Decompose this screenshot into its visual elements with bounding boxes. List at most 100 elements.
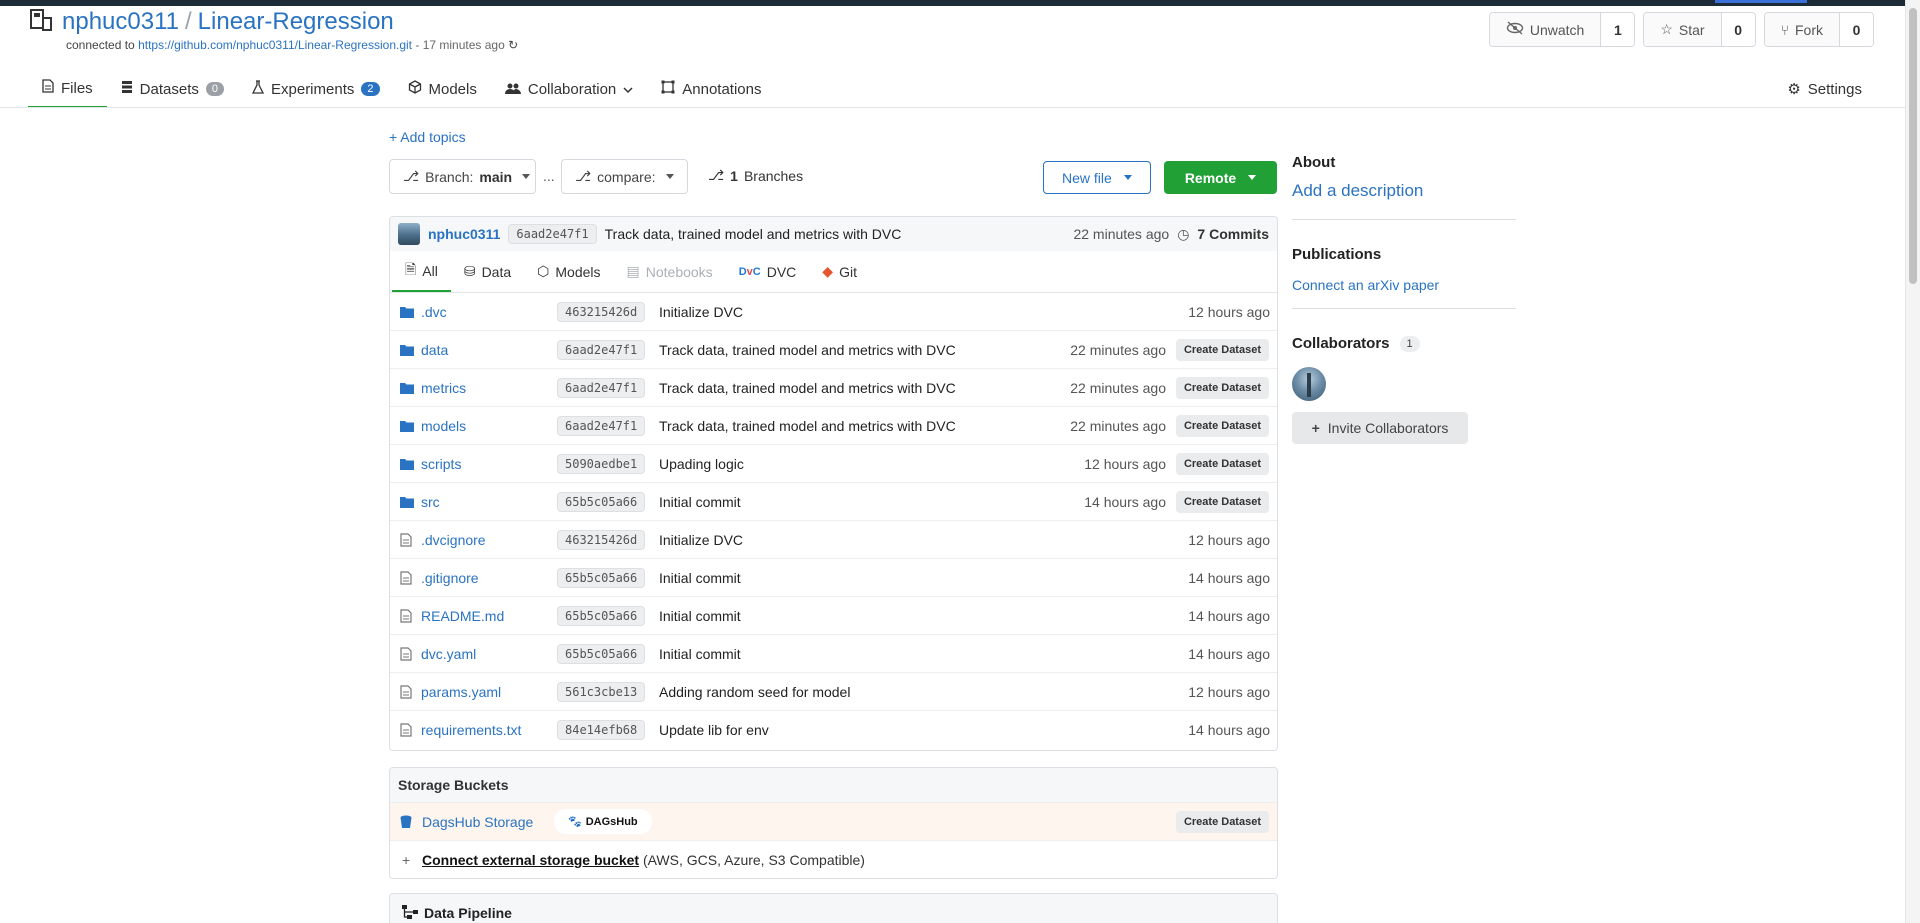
commits-link[interactable]: 7 Commits	[1197, 226, 1269, 242]
file-row[interactable]: params.yaml 561c3cbe13 Adding random seed …	[390, 673, 1277, 711]
file-commit-sha[interactable]: 65b5c05a66	[557, 643, 646, 664]
create-dataset-button[interactable]: Create Dataset	[1175, 376, 1269, 399]
file-name-link[interactable]: data	[421, 342, 448, 358]
file-commit-message[interactable]: Initial commit	[659, 494, 741, 510]
filter-tab-all[interactable]: 🗎 All	[392, 251, 451, 292]
file-commit-message[interactable]: Initial commit	[659, 608, 741, 624]
file-name-link[interactable]: params.yaml	[421, 684, 501, 700]
create-dataset-button[interactable]: Create Dataset	[1175, 338, 1269, 361]
file-commit-sha[interactable]: 65b5c05a66	[557, 567, 646, 588]
file-commit-sha[interactable]: 5090aedbe1	[557, 453, 646, 474]
commit-author-link[interactable]: nphuc0311	[428, 226, 500, 242]
add-description-link[interactable]: Add a description	[1292, 181, 1516, 219]
commit-sha[interactable]: 6aad2e47f1	[508, 224, 597, 244]
unwatch-button[interactable]: Unwatch 1	[1488, 12, 1636, 47]
scrollbar-thumb[interactable]	[1909, 8, 1917, 284]
storage-bucket-row[interactable]: DagsHub Storage 🐾 DAGsHub Create Dataset	[390, 803, 1277, 841]
create-dataset-button[interactable]: Create Dataset	[1175, 810, 1269, 833]
page-scrollbar[interactable]	[1905, 0, 1920, 923]
file-row[interactable]: dvc.yaml 65b5c05a66 Initial commit 14 hours…	[390, 635, 1277, 673]
fork-count[interactable]: 0	[1839, 13, 1873, 46]
about-section: About Add a description	[1292, 154, 1516, 220]
create-dataset-button[interactable]: Create Dataset	[1175, 452, 1269, 475]
file-name-link[interactable]: requirements.txt	[421, 722, 521, 738]
create-dataset-button[interactable]: Create Dataset	[1175, 414, 1269, 437]
file-row[interactable]: src 65b5c05a66 Initial commit 14 hours ago C…	[390, 483, 1277, 521]
file-commit-sha[interactable]: 6aad2e47f1	[557, 377, 646, 398]
commit-message[interactable]: Track data, trained model and metrics wi…	[605, 226, 902, 242]
file-row[interactable]: README.md 65b5c05a66 Initial commit 14 hour…	[390, 597, 1277, 635]
title-separator: /	[185, 8, 192, 35]
filter-tab-dvc[interactable]: DvC DVC	[726, 251, 810, 292]
folder-icon	[400, 457, 414, 470]
file-name-link[interactable]: scripts	[421, 456, 461, 472]
file-commit-message[interactable]: Adding random seed for model	[659, 684, 850, 700]
connect-arxiv-link[interactable]: Connect an arXiv paper	[1292, 277, 1516, 308]
file-row[interactable]: scripts 5090aedbe1 Upading logic 12 hours a…	[390, 445, 1277, 483]
file-commit-sha[interactable]: 65b5c05a66	[557, 605, 646, 626]
branch-select[interactable]: ⎇ Branch: main	[389, 159, 536, 194]
repo-owner-link[interactable]: nphuc0311	[62, 8, 179, 35]
fork-button[interactable]: ⑂ Fork 0	[1763, 12, 1874, 47]
file-commit-sha[interactable]: 6aad2e47f1	[557, 415, 646, 436]
create-dataset-button[interactable]: Create Dataset	[1175, 490, 1269, 513]
collaborator-avatar[interactable]	[1292, 367, 1326, 401]
refresh-icon[interactable]: ↻	[508, 38, 518, 52]
file-name-link[interactable]: .gitignore	[421, 570, 479, 586]
file-commit-message[interactable]: Track data, trained model and metrics wi…	[659, 380, 956, 396]
file-commit-message[interactable]: Initialize DVC	[659, 532, 743, 548]
file-commit-sha[interactable]: 463215426d	[557, 301, 646, 322]
branches-link[interactable]: ⎇ 1 Branches	[708, 167, 803, 184]
file-commit-message[interactable]: Track data, trained model and metrics wi…	[659, 342, 956, 358]
tab-collaboration[interactable]: Collaboration	[491, 70, 647, 108]
invite-collaborators-button[interactable]: + Invite Collaborators	[1292, 412, 1468, 444]
tab-settings[interactable]: ⚙ Settings	[1787, 70, 1862, 108]
file-name-link[interactable]: .dvc	[421, 304, 447, 320]
file-row[interactable]: requirements.txt 84e14efb68 Update lib for…	[390, 711, 1277, 749]
file-commit-message[interactable]: Initial commit	[659, 570, 741, 586]
file-commit-sha[interactable]: 561c3cbe13	[557, 681, 646, 702]
file-commit-sha[interactable]: 463215426d	[557, 529, 646, 550]
file-name-link[interactable]: .dvcignore	[421, 532, 486, 548]
file-name-link[interactable]: README.md	[421, 608, 504, 624]
star-count[interactable]: 0	[1720, 13, 1755, 46]
filter-tab-data[interactable]: ⛁ Data	[451, 251, 524, 292]
file-commit-sha[interactable]: 6aad2e47f1	[557, 339, 646, 360]
tab-datasets[interactable]: Datasets 0	[107, 70, 238, 108]
file-row[interactable]: data 6aad2e47f1 Track data, trained model …	[390, 331, 1277, 369]
filter-tab-models[interactable]: ⬡ Models	[524, 251, 613, 292]
file-name-link[interactable]: dvc.yaml	[421, 646, 476, 662]
file-commit-message[interactable]: Track data, trained model and metrics wi…	[659, 418, 956, 434]
tab-experiments[interactable]: Experiments 2	[238, 70, 394, 108]
tab-annotations[interactable]: Annotations	[647, 70, 775, 108]
avatar[interactable]	[398, 223, 420, 245]
file-row[interactable]: .gitignore 65b5c05a66 Initial commit 14 hou…	[390, 559, 1277, 597]
new-file-button[interactable]: New file	[1043, 161, 1151, 194]
remote-button[interactable]: Remote	[1164, 161, 1277, 194]
connect-bucket-link[interactable]: Connect external storage bucket	[422, 852, 639, 868]
star-button[interactable]: ☆ Star 0	[1643, 12, 1756, 47]
tab-files[interactable]: Files	[28, 70, 107, 108]
file-row[interactable]: .dvcignore 463215426d Initialize DVC 12 hou…	[390, 521, 1277, 559]
add-topics-link[interactable]: + Add topics	[389, 129, 466, 145]
file-commit-message[interactable]: Upading logic	[659, 456, 744, 472]
connected-url-link[interactable]: https://github.com/nphuc0311/Linear-Regr…	[138, 38, 412, 52]
file-commit-sha[interactable]: 84e14efb68	[557, 720, 646, 740]
filter-tab-notebooks[interactable]: ▤ Notebooks	[614, 251, 726, 292]
file-row[interactable]: .dvc 463215426d Initialize DVC 12 hours ago	[390, 293, 1277, 331]
tab-models[interactable]: Models	[394, 70, 491, 108]
bucket-name-link[interactable]: DagsHub Storage	[422, 814, 533, 830]
file-commit-message[interactable]: Update lib for env	[659, 722, 769, 738]
compare-select[interactable]: ⎇ compare:	[561, 159, 688, 194]
file-commit-message[interactable]: Initial commit	[659, 646, 741, 662]
file-commit-sha[interactable]: 65b5c05a66	[557, 491, 646, 512]
file-row[interactable]: models 6aad2e47f1 Track data, trained mode…	[390, 407, 1277, 445]
file-name-link[interactable]: src	[421, 494, 440, 510]
repo-name-link[interactable]: Linear-Regression	[198, 8, 394, 35]
watch-count[interactable]: 1	[1600, 13, 1635, 46]
file-name-link[interactable]: models	[421, 418, 466, 434]
file-row[interactable]: metrics 6aad2e47f1 Track data, trained mod…	[390, 369, 1277, 407]
file-commit-message[interactable]: Initialize DVC	[659, 304, 743, 320]
file-name-link[interactable]: metrics	[421, 380, 466, 396]
filter-tab-git[interactable]: ◆ Git	[809, 251, 870, 292]
